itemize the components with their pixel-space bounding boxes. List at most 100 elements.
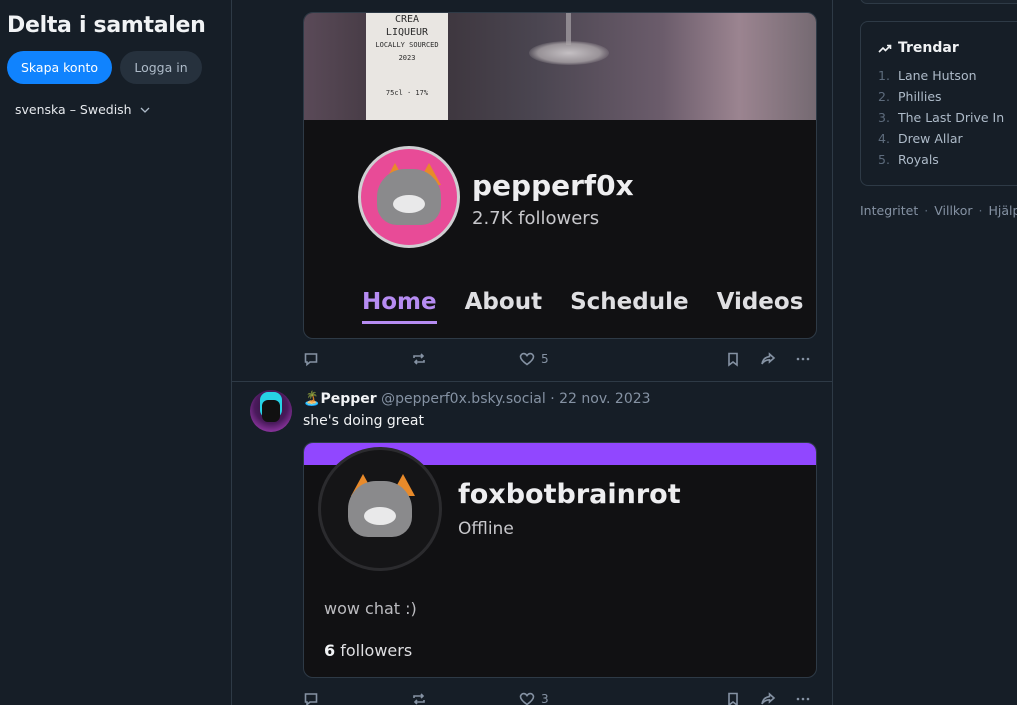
like-count: 5 <box>541 352 549 366</box>
author-avatar[interactable] <box>250 390 292 432</box>
repost-icon <box>413 353 425 365</box>
fox-face <box>377 169 441 225</box>
bottle-image: CREA LIQUEUR LOCALLY SOURCED 2023 75cl ·… <box>366 13 448 120</box>
trending-rank: 5. <box>878 152 890 167</box>
trending-title: Trendar <box>878 40 959 56</box>
privacy-link[interactable]: Integritet <box>860 203 918 218</box>
reply-button[interactable] <box>303 351 319 367</box>
fox-face <box>348 481 412 537</box>
followers-count: 6 <box>324 641 336 660</box>
post-divider <box>232 381 832 382</box>
bottle-text: LOCALLY SOURCED <box>375 41 439 49</box>
bottle-text: 2023 <box>398 54 416 62</box>
trending-item[interactable]: 3. The Last Drive In <box>878 110 1004 131</box>
like-icon <box>519 692 535 705</box>
trending-list: 1. Lane Hutson 2. Phillies 3. The Last Driv… <box>878 68 1004 173</box>
trending-topic: The Last Drive In <box>898 110 1005 125</box>
bookmark-icon <box>728 692 738 705</box>
left-sidebar: Delta i samtalen Skapa konto Logga in sv… <box>0 0 230 705</box>
tab-schedule[interactable]: Schedule <box>570 289 689 315</box>
channel-banner: CREA LIQUEUR LOCALLY SOURCED 2023 75cl ·… <box>304 13 816 120</box>
channel-bio: wow chat :) <box>324 599 417 618</box>
post-actions: 3 <box>303 689 817 705</box>
stream-embed-card[interactable]: CREA LIQUEUR LOCALLY SOURCED 2023 75cl ·… <box>303 12 817 339</box>
create-account-button[interactable]: Skapa konto <box>7 51 112 84</box>
join-conversation-heading: Delta i samtalen <box>7 13 206 38</box>
trending-label: Trendar <box>898 40 959 56</box>
repost-button[interactable] <box>411 691 427 705</box>
bookmark-button[interactable] <box>725 351 741 367</box>
repost-icon <box>413 693 425 705</box>
author-emoji: 🏝️ <box>303 391 321 407</box>
trending-topic: Drew Allar <box>898 131 963 146</box>
tab-videos[interactable]: Videos <box>717 289 804 315</box>
footer-links: Integritet · Villkor · Hjälp <box>860 203 1017 218</box>
search-box-edge <box>860 0 1017 4</box>
author-name[interactable]: Pepper <box>320 391 376 407</box>
stream-embed-card[interactable]: foxbotbrainrot Offline wow chat :) 6 fol… <box>303 442 817 678</box>
language-label: svenska – Swedish <box>15 102 132 117</box>
like-button[interactable]: 5 <box>519 351 549 367</box>
trending-topic: Royals <box>898 152 939 167</box>
author-handle[interactable]: @pepperf0x.bsky.social <box>381 391 546 407</box>
trending-topic: Lane Hutson <box>898 68 977 83</box>
chevron-down-icon <box>140 107 150 113</box>
trending-rank: 2. <box>878 89 890 104</box>
reply-icon <box>304 693 318 705</box>
like-count: 3 <box>541 692 549 705</box>
reply-button[interactable] <box>303 691 319 705</box>
post-header: 🏝️Pepper @pepperf0x.bsky.social · 22 nov… <box>303 391 651 407</box>
wine-glass <box>529 41 609 65</box>
tab-home[interactable]: Home <box>362 289 437 324</box>
channel-name: foxbotbrainrot <box>458 479 681 510</box>
more-button[interactable] <box>795 351 811 367</box>
like-icon <box>519 352 535 366</box>
feed: CREA LIQUEUR LOCALLY SOURCED 2023 75cl ·… <box>231 0 833 705</box>
trending-item[interactable]: 2. Phillies <box>878 89 1004 110</box>
trending-rank: 4. <box>878 131 890 146</box>
trending-icon <box>878 44 892 53</box>
channel-followers: 6 followers <box>324 641 412 660</box>
trending-item[interactable]: 1. Lane Hutson <box>878 68 1004 89</box>
bottle-text: CREA <box>394 14 420 25</box>
login-button[interactable]: Logga in <box>120 51 202 84</box>
bottle-text: 75cl · 17% <box>385 89 429 97</box>
channel-tabs: Home About Schedule Videos <box>362 289 804 324</box>
trending-rank: 1. <box>878 68 890 83</box>
share-button[interactable] <box>760 691 776 705</box>
post-text: she's doing great <box>303 413 424 429</box>
trending-item[interactable]: 4. Drew Allar <box>878 131 1004 152</box>
terms-link[interactable]: Villkor <box>934 203 972 218</box>
bookmark-icon <box>728 352 738 367</box>
reply-icon <box>304 353 318 367</box>
channel-followers: 2.7K followers <box>472 208 600 229</box>
tab-about[interactable]: About <box>465 289 542 315</box>
post-date[interactable]: 22 nov. 2023 <box>559 391 650 407</box>
right-sidebar: Trendar 1. Lane Hutson 2. Phillies 3. The L… <box>834 0 1017 705</box>
help-link[interactable]: Hjälp <box>989 203 1017 218</box>
share-button[interactable] <box>760 351 776 367</box>
repost-button[interactable] <box>411 351 427 367</box>
more-icon <box>796 357 810 361</box>
channel-avatar <box>318 447 442 571</box>
share-icon <box>761 352 776 365</box>
more-icon <box>796 697 810 701</box>
like-button[interactable]: 3 <box>519 691 549 705</box>
post-actions: 5 <box>303 349 817 369</box>
share-icon <box>761 692 776 705</box>
trending-rank: 3. <box>878 110 890 125</box>
trending-item[interactable]: 5. Royals <box>878 152 1004 173</box>
header-separator: · <box>550 391 555 407</box>
bookmark-button[interactable] <box>725 691 741 705</box>
language-selector[interactable]: svenska – Swedish <box>15 102 150 117</box>
channel-name: pepperf0x <box>472 169 634 202</box>
trending-panel: Trendar 1. Lane Hutson 2. Phillies 3. The L… <box>860 21 1017 186</box>
footer-separator: · <box>924 203 929 218</box>
trending-topic: Phillies <box>898 89 942 104</box>
followers-label: followers <box>340 641 413 660</box>
bottle-text: LIQUEUR <box>385 27 429 38</box>
channel-status: Offline <box>458 519 514 539</box>
footer-separator: · <box>978 203 983 218</box>
channel-avatar <box>358 146 460 248</box>
more-button[interactable] <box>795 691 811 705</box>
